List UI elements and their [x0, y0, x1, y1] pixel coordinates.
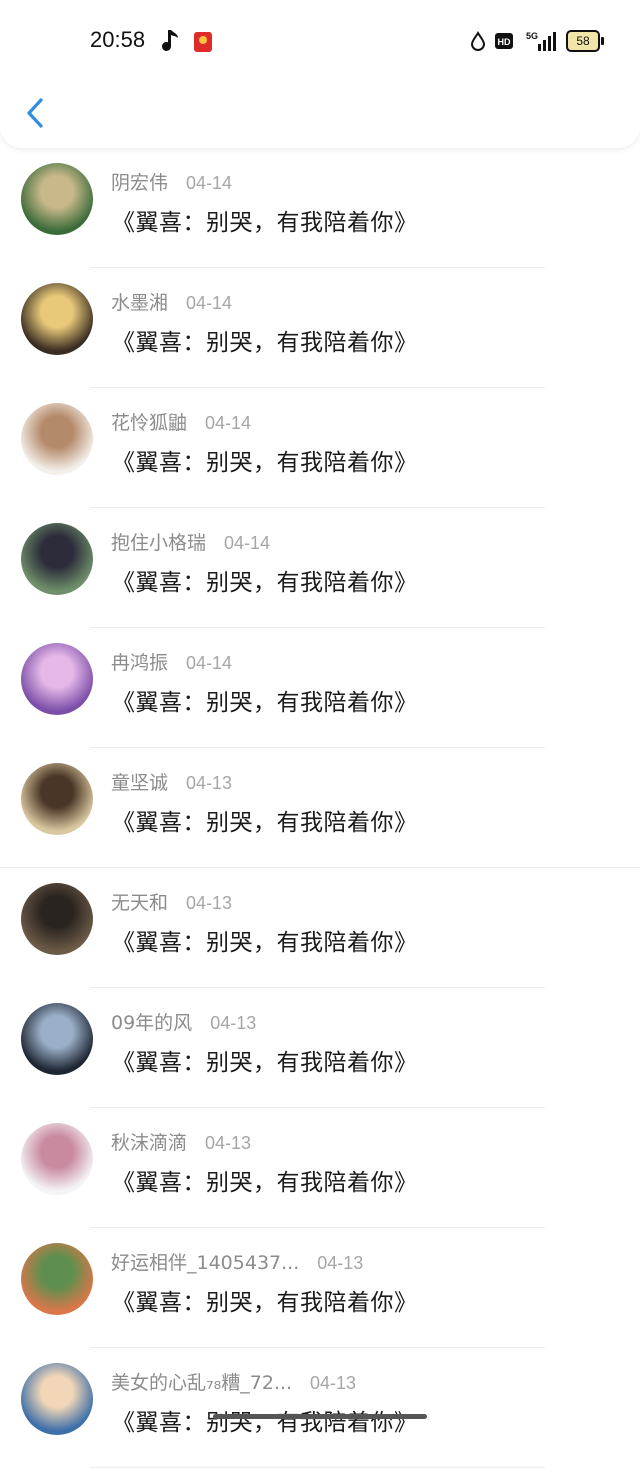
home-indicator[interactable] [213, 1414, 427, 1419]
comment-row[interactable]: 童坚诚 04-13 《翼喜：别哭，有我陪着你》 [0, 748, 640, 868]
commenter-name-text: 冉鸿振 [111, 652, 169, 674]
comment-row[interactable]: 水墨湘 04-14 《翼喜：别哭，有我陪着你》 [0, 268, 640, 388]
comment-text: 《翼喜：别哭，有我陪着你》 [112, 810, 418, 836]
avatar[interactable] [21, 163, 93, 235]
avatar[interactable] [21, 523, 93, 595]
comment-row[interactable]: 花怜狐鼬 04-14 《翼喜：别哭，有我陪着你》 [0, 388, 640, 508]
status-right-icons: HD 5G 58 [470, 30, 604, 52]
commenter-name[interactable]: 抱住小格瑞 04-14 [111, 528, 270, 555]
status-time: 20:58 [90, 27, 146, 52]
comment-text: 《翼喜：别哭，有我陪着你》 [112, 690, 418, 716]
app-header: 20:58 HD 5G 58 [0, 0, 640, 148]
commenter-name[interactable]: 水墨湘 04-14 [111, 288, 232, 315]
comment-text: 《翼喜：别哭，有我陪着你》 [112, 1170, 418, 1196]
comment-text: 《翼喜：别哭，有我陪着你》 [112, 1290, 418, 1316]
commenter-name[interactable]: 秋沫滴滴 04-13 [111, 1128, 251, 1155]
comment-text: 《翼喜：别哭，有我陪着你》 [112, 570, 418, 596]
comment-row[interactable]: 阴宏伟 04-14 《翼喜：别哭，有我陪着你》 [0, 148, 640, 268]
comment-row[interactable]: 好运相伴_1405437... 04-13 《翼喜：别哭，有我陪着你》 [0, 1228, 640, 1348]
svg-text:HD: HD [498, 37, 511, 47]
commenter-name[interactable]: 09年的风 04-13 [111, 1008, 256, 1035]
commenter-name[interactable]: 好运相伴_1405437... 04-13 [111, 1248, 363, 1275]
commenter-name[interactable]: 无天和 04-13 [111, 888, 232, 915]
comment-date: 04-13 [210, 1013, 257, 1033]
avatar[interactable] [21, 1123, 93, 1195]
commenter-name-text: 阴宏伟 [111, 172, 169, 194]
avatar[interactable] [21, 763, 93, 835]
red-packet-icon [194, 32, 212, 52]
commenter-name-text: 花怜狐鼬 [111, 412, 188, 434]
commenter-name[interactable]: 花怜狐鼬 04-14 [111, 408, 251, 435]
comment-row[interactable]: 美女的心乱₇₈糟_72... 04-13 《翼喜：别哭，有我陪着你》 [0, 1348, 640, 1468]
comment-date: 04-13 [310, 1373, 357, 1393]
commenter-name-text: 无天和 [111, 892, 169, 914]
commenter-name[interactable]: 美女的心乱₇₈糟_72... 04-13 [111, 1368, 356, 1395]
commenter-name[interactable]: 冉鸿振 04-14 [111, 648, 232, 675]
commenter-name-text: 抱住小格瑞 [111, 532, 207, 554]
chevron-left-icon[interactable] [22, 95, 50, 131]
comment-date: 04-14 [224, 533, 271, 553]
avatar[interactable] [21, 643, 93, 715]
hd-icon: HD [495, 33, 513, 49]
battery-icon: 58 [566, 30, 604, 52]
comment-text: 《翼喜：别哭，有我陪着你》 [112, 1410, 418, 1436]
comment-text: 《翼喜：别哭，有我陪着你》 [112, 330, 418, 356]
water-drop-icon [470, 31, 486, 51]
5g-signal-icon: 5G [526, 31, 556, 51]
comment-row[interactable]: 抱住小格瑞 04-14 《翼喜：别哭，有我陪着你》 [0, 508, 640, 628]
avatar[interactable] [21, 1243, 93, 1315]
comment-date: 04-14 [205, 413, 252, 433]
comment-row[interactable]: 秋沫滴滴 04-13 《翼喜：别哭，有我陪着你》 [0, 1108, 640, 1228]
commenter-name[interactable]: 阴宏伟 04-14 [111, 168, 232, 195]
comment-text: 《翼喜：别哭，有我陪着你》 [112, 1050, 418, 1076]
commenter-name-text: 童坚诚 [111, 772, 169, 794]
commenter-name-text: 好运相伴_1405437... [111, 1252, 300, 1274]
comment-date: 04-13 [186, 773, 233, 793]
avatar[interactable] [21, 883, 93, 955]
comment-row[interactable]: 无天和 04-13 《翼喜：别哭，有我陪着你》 [0, 868, 640, 988]
commenter-name-text: 09年的风 [111, 1012, 193, 1034]
comment-list: 阴宏伟 04-14 《翼喜：别哭，有我陪着你》 水墨湘 04-14 《翼喜：别哭，有我陪着… [0, 148, 640, 1468]
comment-row[interactable]: 冉鸿振 04-14 《翼喜：别哭，有我陪着你》 [0, 628, 640, 748]
avatar[interactable] [21, 1363, 93, 1435]
comment-text: 《翼喜：别哭，有我陪着你》 [112, 450, 418, 476]
comment-date: 04-14 [186, 653, 233, 673]
comment-row[interactable]: 09年的风 04-13 《翼喜：别哭，有我陪着你》 [0, 988, 640, 1108]
comment-date: 04-13 [317, 1253, 364, 1273]
avatar[interactable] [21, 1003, 93, 1075]
commenter-name[interactable]: 童坚诚 04-13 [111, 768, 232, 795]
comment-date: 04-14 [186, 293, 233, 313]
comment-date: 04-14 [186, 173, 233, 193]
commenter-name-text: 秋沫滴滴 [111, 1132, 188, 1154]
comment-date: 04-13 [186, 893, 233, 913]
comment-text: 《翼喜：别哭，有我陪着你》 [112, 930, 418, 956]
comment-text: 《翼喜：别哭，有我陪着你》 [112, 210, 418, 236]
music-note-icon [162, 30, 178, 51]
svg-text:5G: 5G [526, 31, 538, 41]
avatar[interactable] [21, 283, 93, 355]
avatar[interactable] [21, 403, 93, 475]
comment-date: 04-13 [205, 1133, 252, 1153]
commenter-name-text: 水墨湘 [111, 292, 169, 314]
commenter-name-text: 美女的心乱₇₈糟_72... [111, 1372, 293, 1394]
